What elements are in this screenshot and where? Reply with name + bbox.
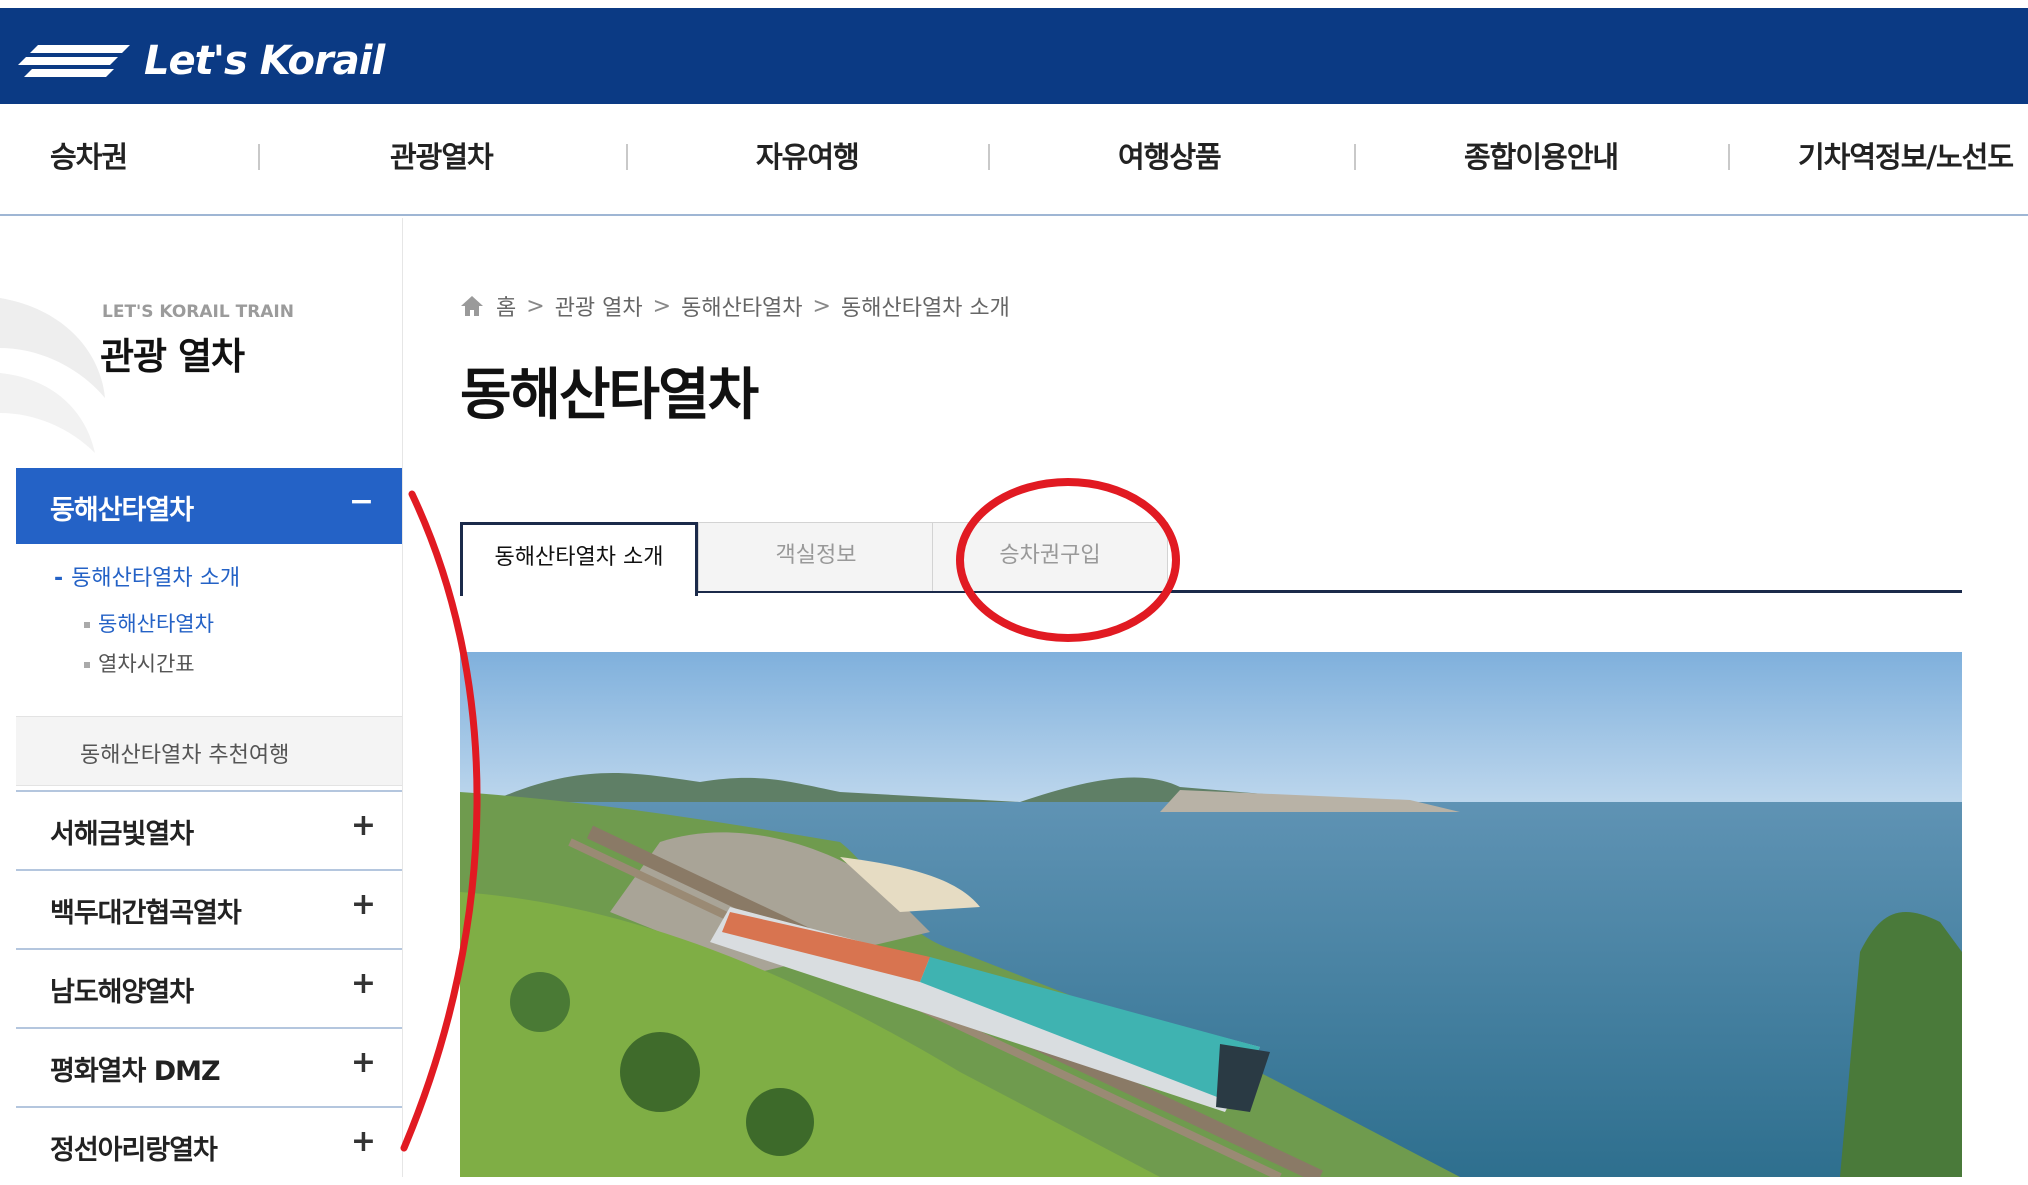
submenu-timetable-label: 열차시간표 (98, 652, 195, 676)
tab-cabin-info[interactable]: 객실정보 (698, 522, 934, 591)
collapse-icon[interactable]: − (349, 484, 374, 519)
square-bullet-icon (84, 662, 90, 668)
site-header: Let's Korail (0, 8, 2028, 104)
global-nav: 승차권 관광열차 자유여행 여행상품 종합이용안내 기차역정보/노선도 (0, 104, 2028, 216)
gnb-divider (258, 144, 260, 170)
top-strip (0, 0, 2028, 8)
sidebar-item-baekdu-canyon[interactable]: 백두대간협곡열차 + (16, 869, 402, 948)
breadcrumb: 홈 > 관광 열차 > 동해산타열차 > 동해산타열차 소개 (460, 290, 1010, 322)
submenu-intro-label: 동해산타열차 소개 (71, 566, 241, 591)
sidebar-item-label: 백두대간협곡열차 (50, 898, 242, 929)
gnb-divider (1354, 144, 1356, 170)
sidebar-item-jeongseon-arirang[interactable]: 정선아리랑열차 + (16, 1106, 402, 1185)
submenu-donghae-santa[interactable]: 동해산타열차 (84, 608, 214, 638)
submenu-intro[interactable]: - 동해산타열차 소개 (54, 560, 240, 592)
gnb-item-station-info[interactable]: 기차역정보/노선도 (1798, 134, 2014, 176)
train-photo-illustration (460, 652, 1962, 1177)
gnb-divider (988, 144, 990, 170)
sidebar-item-label: 동해산타열차 추천여행 (80, 743, 290, 768)
sidebar-swoosh-decoration (0, 298, 105, 453)
sidebar-item-recommended-trips[interactable]: 동해산타열차 추천여행 (16, 716, 402, 786)
home-icon[interactable] (460, 295, 484, 317)
gnb-item-user-guide[interactable]: 종합이용안내 (1464, 134, 1619, 176)
breadcrumb-current: 동해산타열차 소개 (840, 296, 1010, 321)
gnb-item-tour-trains[interactable]: 관광열차 (390, 134, 494, 176)
square-bullet-icon (84, 622, 90, 628)
tab-bar: 동해산타열차 소개 객실정보 승차권구입 (460, 522, 1962, 596)
breadcrumb-donghae-santa[interactable]: 동해산타열차 (681, 290, 802, 322)
gnb-divider (626, 144, 628, 170)
sidebar-subtitle: LET'S KORAIL TRAIN (102, 302, 294, 322)
sidebar-item-label: 서해금빛열차 (50, 819, 194, 850)
site-logo[interactable]: Let's Korail (18, 36, 385, 86)
breadcrumb-tour-trains[interactable]: 관광 열차 (555, 290, 643, 322)
tab-buy-tickets[interactable]: 승차권구입 (932, 522, 1168, 591)
expand-icon[interactable]: + (351, 1124, 376, 1159)
page-title: 동해산타열차 (460, 363, 759, 428)
expand-icon[interactable]: + (351, 966, 376, 1001)
train-photo (460, 652, 1962, 1177)
sidebar-item-peace-dmz[interactable]: 평화열차 DMZ + (16, 1027, 402, 1106)
breadcrumb-separator: > (526, 293, 545, 319)
breadcrumb-separator: > (652, 293, 672, 319)
gnb-item-free-travel[interactable]: 자유여행 (756, 134, 860, 176)
gnb-item-travel-products[interactable]: 여행상품 (1118, 134, 1222, 176)
tab-intro[interactable]: 동해산타열차 소개 (460, 522, 698, 596)
submenu-timetable[interactable]: 열차시간표 (84, 648, 195, 678)
expand-icon[interactable]: + (351, 1045, 376, 1080)
breadcrumb-home[interactable]: 홈 (496, 290, 516, 322)
gnb-item-tickets[interactable]: 승차권 (50, 134, 128, 176)
dash-marker: - (54, 566, 64, 591)
expand-icon[interactable]: + (351, 887, 376, 922)
sidebar-item-label: 정선아리랑열차 (50, 1135, 218, 1166)
breadcrumb-separator: > (812, 293, 831, 319)
gnb-divider (1728, 144, 1730, 170)
sidebar-item-label: 평화열차 DMZ (50, 1056, 221, 1087)
sidebar-title: 관광 열차 (100, 335, 245, 378)
logo-mark-icon (18, 45, 130, 77)
sidebar: LET'S KORAIL TRAIN 관광 열차 동해산타열차 − - 동해산타열… (0, 218, 403, 1185)
sidebar-item-label: 동해산타열차 (50, 495, 194, 526)
submenu-donghae-santa-label: 동해산타열차 (98, 612, 214, 636)
sidebar-item-seohae-geumbit[interactable]: 서해금빛열차 + (16, 790, 402, 869)
sidebar-item-label: 남도해양열차 (50, 977, 194, 1008)
expand-icon[interactable]: + (351, 808, 376, 843)
sidebar-item-donghae-santa[interactable]: 동해산타열차 − (16, 468, 402, 544)
logo-text: Let's Korail (144, 38, 385, 84)
sidebar-item-namdo-ocean[interactable]: 남도해양열차 + (16, 948, 402, 1027)
